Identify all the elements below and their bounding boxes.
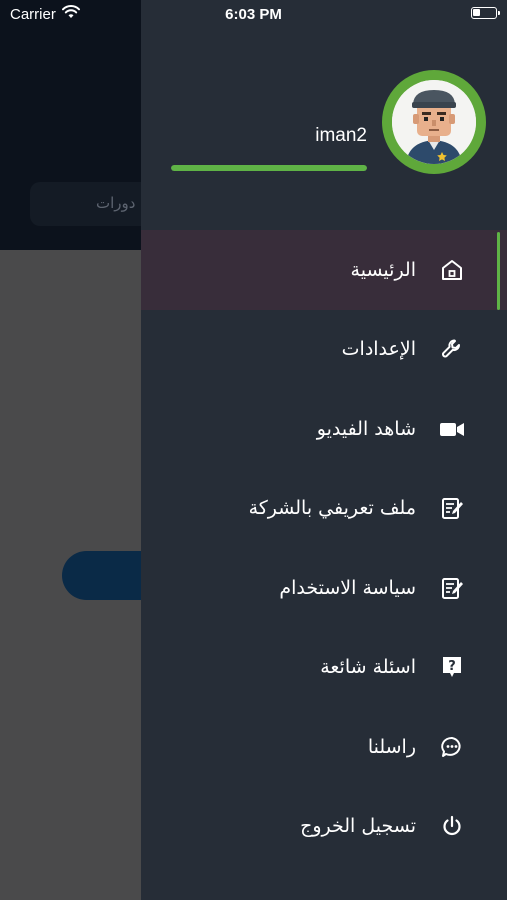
profile-progress-bar	[171, 165, 367, 171]
navigation-drawer: iman2 الرئيسية الإعدادات شاهد الفيديو مل…	[141, 0, 507, 900]
menu-item-label: الإعدادات	[341, 338, 416, 361]
menu-item-company-profile[interactable]: ملف تعريفي بالشركة	[141, 469, 507, 549]
menu-item-label: اسئلة شائعة	[320, 656, 416, 679]
menu-item-usage-policy[interactable]: سياسة الاستخدام	[141, 548, 507, 628]
menu-item-faq[interactable]: اسئلة شائعة ?	[141, 628, 507, 708]
menu-item-label: سياسة الاستخدام	[279, 576, 416, 599]
clock: 6:03 PM	[225, 6, 282, 23]
menu-item-watch-video[interactable]: شاهد الفيديو	[141, 389, 507, 469]
menu-item-label: شاهد الفيديو	[316, 417, 416, 440]
progress-fill	[171, 165, 367, 171]
question-icon: ?	[439, 654, 465, 680]
background-search-text: دورات	[96, 194, 136, 212]
profile-header: iman2	[141, 0, 507, 230]
status-bar: Carrier 6:03 PM	[0, 0, 507, 28]
edit-document-icon	[439, 575, 465, 601]
svg-text:?: ?	[448, 659, 456, 674]
drawer-menu: الرئيسية الإعدادات شاهد الفيديو ملف تعري…	[141, 230, 507, 866]
wrench-icon	[439, 336, 465, 362]
menu-item-label: ملف تعريفي بالشركة	[248, 497, 416, 520]
menu-item-logout[interactable]: تسجيل الخروج	[141, 787, 507, 867]
menu-item-contact-us[interactable]: راسلنا	[141, 707, 507, 787]
power-icon	[439, 813, 465, 839]
battery-icon	[471, 7, 500, 19]
home-icon	[439, 257, 465, 283]
menu-item-settings[interactable]: الإعدادات	[141, 310, 507, 390]
avatar[interactable]	[382, 70, 486, 174]
menu-item-label: راسلنا	[367, 735, 416, 758]
video-camera-icon	[439, 416, 465, 442]
menu-item-label: تسجيل الخروج	[300, 815, 416, 838]
menu-item-label: الرئيسية	[350, 258, 416, 281]
chat-bubble-icon	[439, 734, 465, 760]
edit-document-icon	[439, 495, 465, 521]
username: iman2	[315, 125, 367, 146]
avatar-image	[392, 80, 476, 164]
scroll-indicator	[497, 232, 500, 310]
menu-item-home[interactable]: الرئيسية	[141, 230, 507, 310]
